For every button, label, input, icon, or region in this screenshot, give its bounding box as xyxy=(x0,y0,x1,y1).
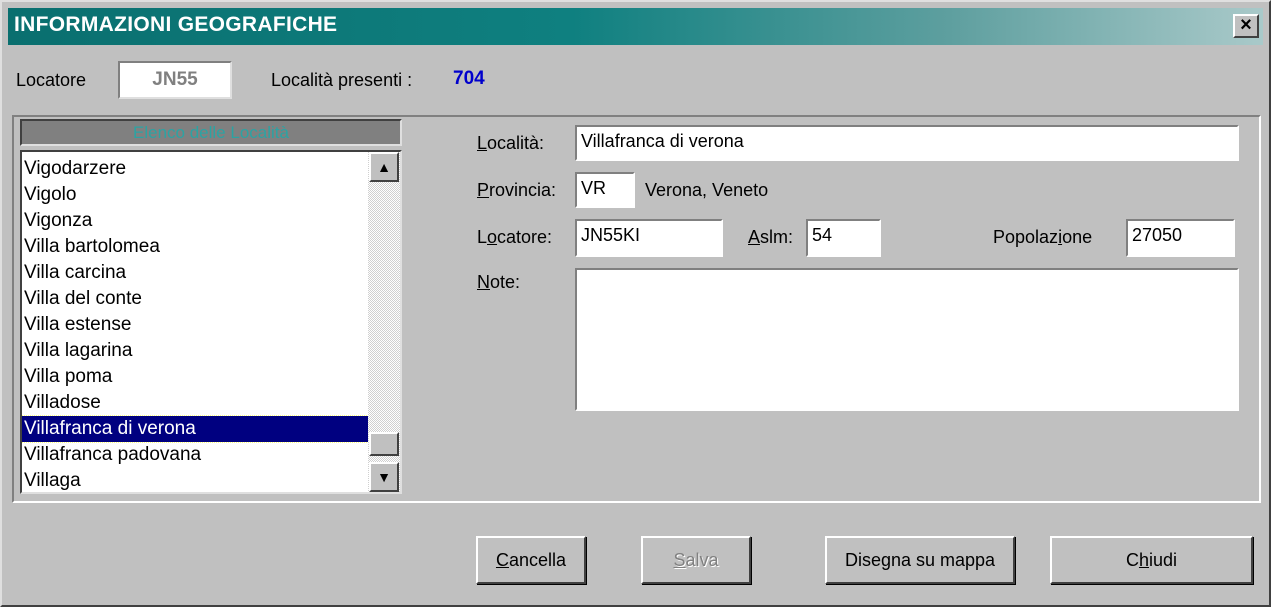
list-item[interactable]: Villafranca di verona xyxy=(22,415,371,443)
list-item[interactable]: Villa estense xyxy=(22,312,370,338)
close-button[interactable]: × xyxy=(1233,14,1259,38)
localita-value: Villafranca di verona xyxy=(581,131,744,151)
chiudi-label: Chiudi xyxy=(1125,550,1178,570)
popolazione-value: 27050 xyxy=(1132,225,1183,245)
window-title: INFORMAZIONI GEOGRAFICHE xyxy=(14,13,338,36)
note-label: Note: xyxy=(477,272,521,292)
title-bar: INFORMAZIONI GEOGRAFICHE × xyxy=(8,8,1263,45)
locatore-label-text: Locatore: xyxy=(477,227,553,247)
note-textarea[interactable] xyxy=(575,268,1239,411)
locatore-value: JN55KI xyxy=(581,225,641,245)
popolazione-label: Popolazione xyxy=(993,227,1092,248)
aslm-label-text: Aslm: xyxy=(748,227,794,247)
disegna-label: Disegna su mappa xyxy=(844,550,996,570)
disegna-su-mappa-button[interactable]: Disegna su mappa xyxy=(825,536,1015,584)
localita-label: Località: xyxy=(477,133,545,153)
provincia-label-text: rovincia: xyxy=(489,180,557,200)
locator-display: JN55 xyxy=(118,61,232,99)
list-item[interactable]: Vigodarzere xyxy=(22,156,370,182)
salva-label: Salva xyxy=(673,550,719,570)
list-items: Vigodarzere Vigolo Vigonza Villa bartolomea… xyxy=(22,156,371,492)
count-label: Località presenti : xyxy=(271,70,413,90)
aslm-label: Aslm: xyxy=(748,227,793,248)
scroll-up-arrow-icon: ▲ xyxy=(377,159,391,175)
scroll-thumb[interactable] xyxy=(369,432,399,456)
scroll-down-arrow-icon: ▼ xyxy=(377,469,391,485)
list-item[interactable]: Villaga xyxy=(22,468,370,492)
scroll-up-button[interactable]: ▲ xyxy=(369,152,399,182)
list-scrollbar[interactable]: ▲ ▼ xyxy=(368,152,400,492)
provincia-field[interactable]: VR xyxy=(575,172,635,208)
localita-label-text: ocalità: xyxy=(487,133,545,153)
localita-listbox[interactable]: Vigodarzere Vigolo Vigonza Villa bartolomea… xyxy=(20,150,402,494)
count-value: 704 xyxy=(453,68,485,89)
aslm-value: 54 xyxy=(812,225,833,245)
popolazione-field[interactable]: 27050 xyxy=(1126,219,1235,257)
close-icon: × xyxy=(1240,14,1252,36)
note-label-text: ote: xyxy=(490,272,521,292)
list-item[interactable]: Villa lagarina xyxy=(22,338,370,364)
provincia-value: VR xyxy=(581,178,607,198)
salva-button[interactable]: Salva xyxy=(641,536,751,584)
locatore-label: Locatore: xyxy=(477,227,552,248)
list-item[interactable]: Villa bartolomea xyxy=(22,234,370,260)
provincia-label: Provincia: xyxy=(477,180,557,200)
scroll-down-button[interactable]: ▼ xyxy=(369,462,399,492)
cancella-button[interactable]: Cancella xyxy=(476,536,586,584)
list-item[interactable]: Villa poma xyxy=(22,364,370,390)
chiudi-button[interactable]: Chiudi xyxy=(1050,536,1253,584)
list-item[interactable]: Vigolo xyxy=(22,182,370,208)
cancella-label: Cancella xyxy=(495,550,567,570)
list-item[interactable]: Villafranca padovana xyxy=(22,442,370,468)
locatore-field[interactable]: JN55KI xyxy=(575,219,723,257)
list-item[interactable]: Vigonza xyxy=(22,208,370,234)
list-item[interactable]: Villa del conte xyxy=(22,286,370,312)
list-header-label: Elenco delle Località xyxy=(133,123,289,142)
locator-label: Locatore xyxy=(16,70,87,90)
list-header: Elenco delle Località xyxy=(20,119,402,146)
locator-value: JN55 xyxy=(152,69,198,90)
popolazione-label-text: Popolazione xyxy=(993,227,1093,247)
aslm-field[interactable]: 54 xyxy=(806,219,881,257)
provincia-description: Verona, Veneto xyxy=(645,180,769,200)
list-item[interactable]: Villadose xyxy=(22,390,370,416)
localita-field[interactable]: Villafranca di verona xyxy=(575,125,1239,161)
list-item[interactable]: Villa carcina xyxy=(22,260,370,286)
